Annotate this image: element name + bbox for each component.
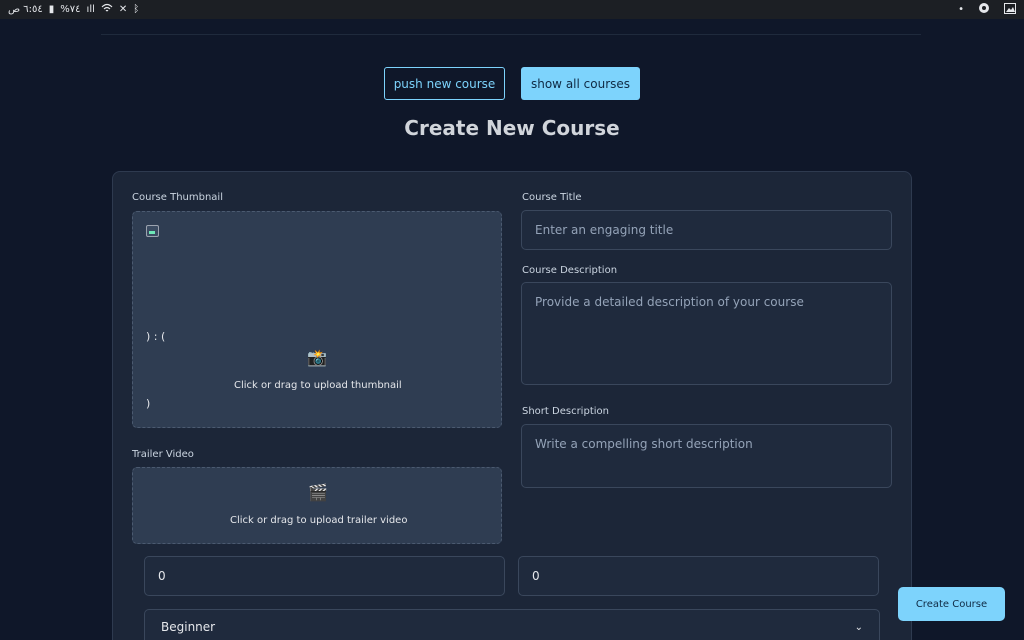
signal-icon: ıll xyxy=(86,4,95,15)
create-course-button[interactable]: Create Course xyxy=(898,587,1005,621)
notification-dot: • xyxy=(958,4,964,15)
trailer-dropzone[interactable] xyxy=(132,467,502,544)
course-description-textarea[interactable]: Provide a detailed description of your c… xyxy=(521,282,892,385)
thumbnail-code-fragment-end: ) xyxy=(146,397,151,410)
status-bar: ٦:٥٤ ص ▮ %٧٤ ıll ✕ ᛒ • xyxy=(0,0,1024,19)
level-select-value: Beginner xyxy=(161,620,216,634)
bluetooth-icon: ᛒ xyxy=(133,4,140,15)
chevron-down-icon: ⌄ xyxy=(854,622,863,633)
number-input-2[interactable]: 0 xyxy=(518,556,879,596)
trailer-hint: Click or drag to upload trailer video xyxy=(230,515,408,526)
battery-icon: ▮ xyxy=(48,4,55,15)
course-title-label: Course Title xyxy=(522,192,582,203)
thumbnail-label: Course Thumbnail xyxy=(132,192,223,203)
level-select[interactable]: Beginner ⌄ xyxy=(144,609,880,640)
trailer-label: Trailer Video xyxy=(132,449,194,460)
thumbnail-code-fragment: ) : ( xyxy=(146,330,166,343)
short-description-label: Short Description xyxy=(522,406,609,417)
course-title-input[interactable]: Enter an engaging title xyxy=(521,210,892,250)
wifi-icon xyxy=(101,3,113,16)
header-divider xyxy=(101,34,921,35)
app-icon xyxy=(978,2,990,17)
camera-icon: 📸 xyxy=(307,348,327,367)
number-input-1[interactable]: 0 xyxy=(144,556,505,596)
show-all-courses-button[interactable]: show all courses xyxy=(521,67,640,100)
course-description-label: Course Description xyxy=(522,265,618,276)
status-right: • xyxy=(958,2,1016,17)
thumbnail-dropzone[interactable] xyxy=(132,211,502,428)
short-description-textarea[interactable]: Write a compelling short description xyxy=(521,424,892,488)
clapperboard-icon: 🎬 xyxy=(308,483,328,502)
mute-icon: ✕ xyxy=(118,4,128,15)
status-left: ٦:٥٤ ص ▮ %٧٤ ıll ✕ ᛒ xyxy=(8,3,139,16)
thumbnail-hint: Click or drag to upload thumbnail xyxy=(234,380,402,391)
status-time: ٦:٥٤ ص xyxy=(8,4,43,15)
push-new-course-button[interactable]: push new course xyxy=(384,67,505,100)
broken-image-icon xyxy=(146,225,159,237)
battery-level: %٧٤ xyxy=(60,4,81,15)
page-title: Create New Course xyxy=(404,116,620,140)
image-icon xyxy=(1004,2,1016,17)
